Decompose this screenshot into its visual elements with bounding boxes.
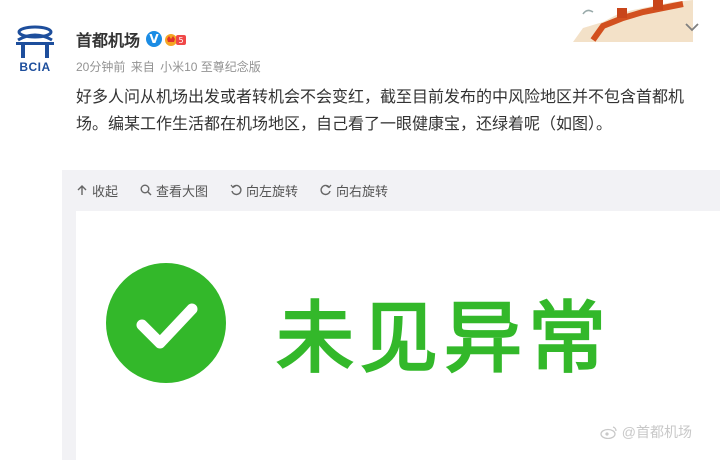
avatar[interactable]: BCIA [10,22,60,78]
arrow-up-icon [77,185,87,195]
collapse-label: 收起 [92,183,119,199]
chevron-down-icon[interactable] [685,22,699,32]
rotate-left-label: 向左旋转 [246,183,299,199]
rotate-right-label: 向右旋转 [336,183,389,199]
rotate-right-icon [320,184,332,196]
member-crown-badge-icon[interactable]: 5 [165,31,187,47]
author-name[interactable]: 首都机场 [76,27,140,51]
weibo-post-card: BCIA 首都机场 V 5 20分钟前 来自 小米10 至尊纪念版 好多人问从机… [0,0,720,460]
avatar-label: BCIA [19,60,51,74]
great-wall-decoration-icon [573,0,693,42]
check-circle-icon [106,263,226,383]
svg-text:5: 5 [178,36,183,45]
rotate-left-button[interactable]: 向左旋转 [230,181,298,200]
health-status-text: 未见异常 [276,294,613,384]
airport-logo-icon [16,25,54,58]
author-row: 首都机场 V 5 [76,28,187,50]
view-large-label: 查看大图 [156,183,209,199]
rotate-left-icon [230,184,242,196]
watermark-text: @首都机场 [621,424,692,440]
post-meta: 20分钟前 来自 小米10 至尊纪念版 [76,58,263,75]
collapse-button[interactable]: 收起 [76,181,118,200]
post-source[interactable]: 小米10 至尊纪念版 [160,60,261,74]
view-large-button[interactable]: 查看大图 [140,181,208,200]
media-toolbar: 收起 查看大图 向左旋转 向右旋转 [76,181,410,199]
post-time[interactable]: 20分钟前 [76,60,125,74]
rotate-right-button[interactable]: 向右旋转 [320,181,388,200]
search-icon [140,184,152,196]
source-prefix: 来自 [130,60,155,74]
verified-v-icon: V [146,31,163,47]
post-image[interactable]: 未见异常 @首都机场 [76,211,720,460]
post-text: 好多人问从机场出发或者转机会不会变红，截至目前发布的中风险地区并不包含首都机场。… [76,89,685,133]
weibo-watermark: @首都机场 [600,422,692,442]
weibo-logo-icon [600,426,617,439]
